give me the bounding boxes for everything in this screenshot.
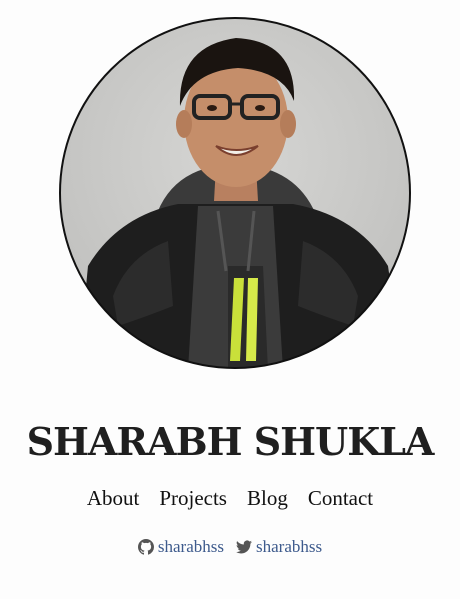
github-icon bbox=[137, 539, 154, 555]
nav-link-projects[interactable]: Projects bbox=[159, 484, 227, 512]
avatar bbox=[58, 16, 412, 370]
twitter-icon bbox=[236, 540, 252, 554]
page: SHARABH SHUKLA About Projects Blog Conta… bbox=[0, 0, 460, 599]
nav-link-about[interactable]: About bbox=[87, 484, 140, 512]
nav-link-contact[interactable]: Contact bbox=[308, 484, 373, 512]
main-nav: About Projects Blog Contact bbox=[0, 484, 460, 512]
page-title: SHARABH SHUKLA bbox=[26, 419, 435, 464]
profile-photo bbox=[59, 17, 411, 369]
github-handle: sharabhss bbox=[157, 537, 224, 556]
nav-link-blog[interactable]: Blog bbox=[247, 484, 288, 512]
github-link[interactable]: sharabhss bbox=[137, 536, 224, 558]
twitter-link[interactable]: sharabhss bbox=[236, 536, 322, 558]
social-links: sharabhss sharabhss bbox=[0, 536, 460, 558]
twitter-handle: sharabhss bbox=[256, 537, 323, 556]
